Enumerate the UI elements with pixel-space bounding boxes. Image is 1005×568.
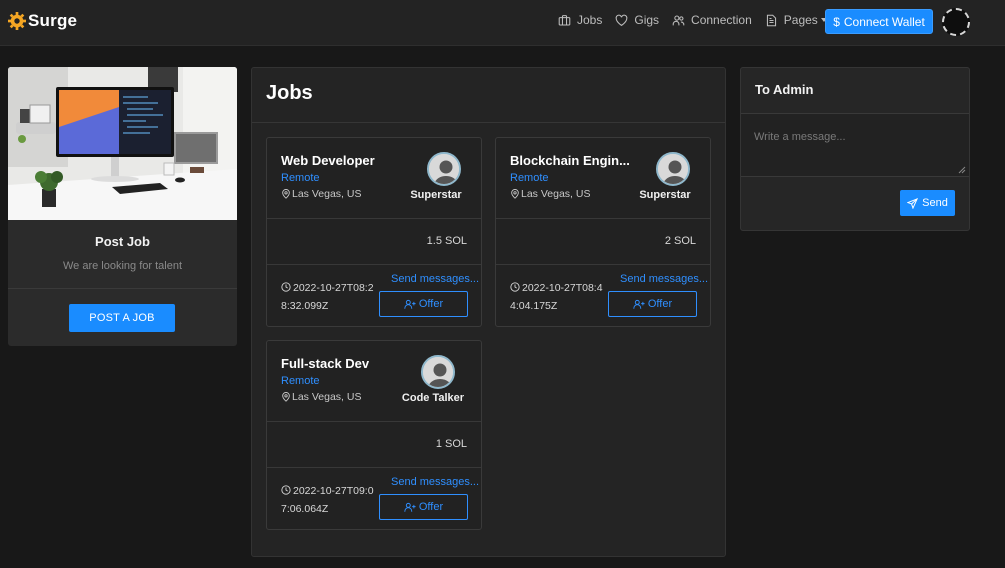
map-pin-icon bbox=[282, 189, 290, 199]
job-title[interactable]: Web Developer bbox=[281, 153, 431, 168]
nav-item-gigs[interactable]: Gigs bbox=[615, 13, 659, 27]
job-title[interactable]: Full-stack Dev bbox=[281, 356, 431, 371]
briefcase-icon bbox=[558, 14, 571, 25]
connect-wallet-label: Connect Wallet bbox=[843, 14, 925, 29]
connect-wallet-button[interactable]: $ Connect Wallet bbox=[825, 9, 933, 34]
heart-icon bbox=[616, 14, 628, 26]
clock-icon bbox=[510, 282, 520, 292]
post-job-subtitle: We are looking for talent bbox=[62, 260, 183, 272]
offer-label: Offer bbox=[418, 298, 444, 310]
job-location: Las Vegas, US bbox=[510, 188, 590, 200]
post-a-job-button[interactable]: POST A JOB bbox=[69, 304, 175, 332]
map-pin-icon bbox=[282, 392, 290, 402]
poster-avatar[interactable] bbox=[427, 152, 461, 186]
user-avatar[interactable] bbox=[942, 8, 970, 36]
send-label: Send bbox=[922, 197, 948, 209]
clock-icon bbox=[281, 485, 291, 495]
job-price: 1 SOL bbox=[435, 438, 467, 450]
nav-item-label: Connection bbox=[691, 13, 752, 27]
poster-rank: Code Talker bbox=[401, 392, 465, 404]
clock-icon bbox=[281, 282, 291, 292]
map-pin-icon bbox=[511, 189, 519, 199]
nav-item-pages[interactable]: Pages bbox=[765, 13, 827, 27]
nav-item-label: Gigs bbox=[634, 13, 660, 27]
job-type: Remote bbox=[510, 172, 549, 184]
document-icon bbox=[766, 14, 776, 26]
admin-message-input[interactable] bbox=[741, 114, 969, 177]
send-messages-link[interactable]: Send messages... bbox=[391, 476, 479, 488]
admin-title: To Admin bbox=[755, 82, 814, 97]
divider bbox=[267, 421, 481, 422]
user-plus-icon bbox=[633, 299, 645, 309]
job-date-text: 2022-10-27T09:07:06.064Z bbox=[281, 485, 374, 515]
divider bbox=[496, 218, 710, 219]
offer-button[interactable]: Offer bbox=[379, 494, 468, 520]
poster-avatar[interactable] bbox=[421, 355, 455, 389]
job-location: Las Vegas, US bbox=[281, 391, 361, 403]
offer-label: Offer bbox=[418, 501, 444, 513]
brand-name: Surge bbox=[28, 11, 78, 30]
resize-grip-icon[interactable] bbox=[958, 166, 966, 174]
divider bbox=[252, 122, 725, 123]
job-date-text: 2022-10-27T08:44:04.175Z bbox=[510, 282, 603, 312]
job-card[interactable]: Web Developer Remote Las Vegas, US Super… bbox=[266, 137, 482, 327]
job-card[interactable]: Blockchain Engin... Remote Las Vegas, US… bbox=[495, 137, 711, 327]
nav-item-label: Pages bbox=[783, 13, 818, 27]
poster-rank: Superstar bbox=[639, 189, 691, 201]
nav-item-connection[interactable]: Connection bbox=[672, 13, 752, 27]
job-location: Las Vegas, US bbox=[281, 188, 361, 200]
job-location-text: Las Vegas, US bbox=[521, 188, 591, 200]
workspace-image bbox=[8, 67, 237, 220]
nav-item-label: Jobs bbox=[577, 13, 603, 27]
nav-item-jobs[interactable]: Jobs bbox=[558, 13, 602, 27]
job-location-text: Las Vegas, US bbox=[292, 391, 362, 403]
send-messages-link[interactable]: Send messages... bbox=[391, 273, 479, 285]
top-navbar: Surge Jobs Gigs Connection Pages $ Conne… bbox=[0, 0, 1005, 46]
send-button[interactable]: Send bbox=[900, 190, 955, 216]
brand[interactable]: Surge bbox=[8, 10, 77, 32]
job-date-text: 2022-10-27T08:28:32.099Z bbox=[281, 282, 374, 312]
offer-button[interactable]: Offer bbox=[379, 291, 468, 317]
post-job-title: Post Job bbox=[95, 234, 150, 249]
offer-button[interactable]: Offer bbox=[608, 291, 697, 317]
job-title[interactable]: Blockchain Engin... bbox=[510, 153, 660, 168]
job-price: 2 SOL bbox=[664, 235, 696, 247]
dollar-icon: $ bbox=[833, 14, 840, 29]
poster-avatar[interactable] bbox=[656, 152, 690, 186]
job-location-text: Las Vegas, US bbox=[292, 188, 362, 200]
offer-label: Offer bbox=[647, 298, 673, 310]
paper-plane-icon bbox=[907, 197, 919, 209]
jobs-panel: Jobs Web Developer Remote Las Vegas, US … bbox=[251, 67, 726, 557]
divider bbox=[8, 288, 237, 289]
user-plus-icon bbox=[404, 502, 416, 512]
users-icon bbox=[672, 15, 685, 25]
job-date: 2022-10-27T08:44:04.175Z bbox=[510, 279, 605, 315]
job-date: 2022-10-27T08:28:32.099Z bbox=[281, 279, 376, 315]
to-admin-panel: To Admin Send bbox=[740, 67, 970, 231]
job-card[interactable]: Full-stack Dev Remote Las Vegas, US Code… bbox=[266, 340, 482, 530]
jobs-title: Jobs bbox=[266, 82, 313, 104]
nav-links: Jobs Gigs Connection Pages bbox=[558, 13, 840, 27]
user-plus-icon bbox=[404, 299, 416, 309]
gear-logo-icon bbox=[8, 12, 26, 30]
divider bbox=[267, 264, 481, 265]
job-date: 2022-10-27T09:07:06.064Z bbox=[281, 482, 376, 518]
poster-rank: Superstar bbox=[410, 189, 462, 201]
job-type: Remote bbox=[281, 172, 320, 184]
post-job-card: Post Job We are looking for talent POST … bbox=[8, 67, 237, 346]
divider bbox=[496, 264, 710, 265]
divider bbox=[267, 218, 481, 219]
divider bbox=[267, 467, 481, 468]
job-price: 1.5 SOL bbox=[426, 235, 467, 247]
job-type: Remote bbox=[281, 375, 320, 387]
send-messages-link[interactable]: Send messages... bbox=[620, 273, 708, 285]
